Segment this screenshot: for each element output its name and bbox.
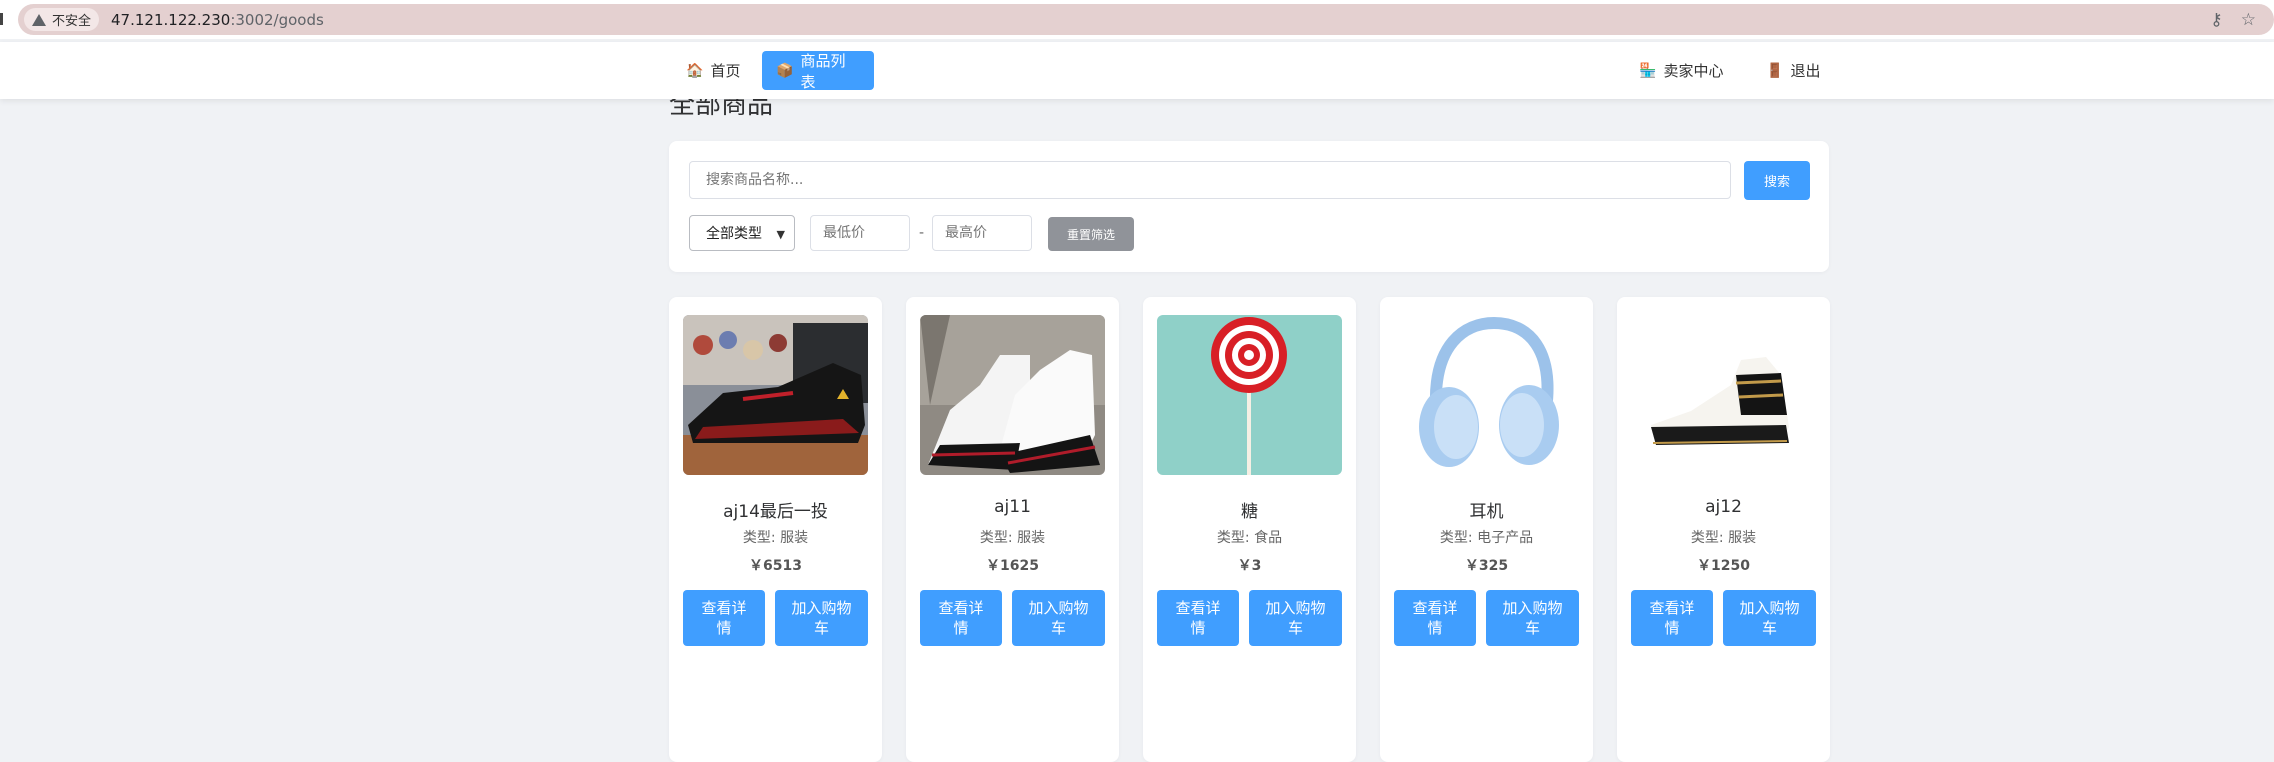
product-price: ￥6513 (749, 558, 802, 574)
nav-seller-label: 卖家中心 (1663, 62, 1724, 80)
reset-filter-button[interactable]: 重置筛选 (1048, 217, 1134, 251)
goods-card: aj14最后一投 类型: 服装 ￥6513 查看详情 加入购物车 (669, 297, 882, 762)
type-select-value: 全部类型 (706, 226, 762, 242)
product-type: 类型: 食品 (1216, 530, 1283, 546)
product-type: 类型: 服装 (979, 530, 1046, 546)
nav-logout[interactable]: 🚪 退出 (1752, 51, 1834, 90)
top-navigation: 🏠 首页 📦 商品列表 🏪 卖家中心 🚪 退出 (0, 42, 2274, 99)
nav-seller-center[interactable]: 🏪 卖家中心 (1625, 51, 1737, 90)
nav-logout-label: 退出 (1790, 62, 1821, 80)
key-icon[interactable]: ⚷ (2210, 10, 2222, 30)
search-button[interactable]: 搜索 (1744, 161, 1810, 200)
url-text[interactable]: 47.121.122.230:3002/goods (111, 11, 324, 29)
bookmark-star-icon[interactable]: ☆ (2241, 10, 2256, 30)
product-name[interactable]: 耳机 (1380, 497, 1593, 522)
goods-card: aj11 类型: 服装 ￥1625 查看详情 加入购物车 (906, 297, 1119, 762)
chevron-down-icon: ▼ (776, 228, 785, 241)
warning-icon (32, 13, 46, 26)
add-to-cart-button[interactable]: 加入购物车 (775, 590, 868, 646)
goods-card: 糖 类型: 食品 ￥3 查看详情 加入购物车 (1143, 297, 1356, 762)
address-bar[interactable]: 不安全 47.121.122.230:3002/goods ⚷ ☆ (18, 4, 2274, 35)
search-input[interactable] (689, 161, 1731, 199)
door-icon: 🚪 (1766, 62, 1784, 79)
nav-home-label: 首页 (710, 62, 741, 80)
view-detail-button[interactable]: 查看详情 (683, 590, 765, 646)
product-image-headphones[interactable] (1394, 315, 1579, 475)
product-price: ￥1625 (986, 558, 1039, 574)
view-detail-button[interactable]: 查看详情 (1631, 590, 1713, 646)
view-detail-button[interactable]: 查看详情 (1157, 590, 1239, 646)
goods-card: aj12 类型: 服装 ￥1250 查看详情 加入购物车 (1617, 297, 1830, 762)
nav-goods-label: 商品列表 (800, 51, 846, 91)
browser-toolbar: 不安全 47.121.122.230:3002/goods ⚷ ☆ (0, 0, 2274, 39)
nav-goods-list[interactable]: 📦 商品列表 (762, 51, 874, 91)
add-to-cart-button[interactable]: 加入购物车 (1486, 590, 1579, 646)
max-price-input[interactable] (932, 215, 1032, 251)
type-select[interactable]: 全部类型 ▼ (689, 215, 795, 251)
product-price: ￥1250 (1697, 558, 1750, 574)
security-indicator[interactable]: 不安全 (24, 8, 100, 31)
add-to-cart-button[interactable]: 加入购物车 (1249, 590, 1342, 646)
product-image-lollipop[interactable] (1157, 315, 1342, 475)
tab-edge (0, 13, 3, 25)
nav-home[interactable]: 🏠 首页 (672, 51, 754, 90)
product-image-sneaker[interactable] (683, 315, 868, 475)
filter-panel: 搜索 全部类型 ▼ - 重置筛选 (669, 141, 1829, 272)
product-image-sneaker[interactable] (1631, 315, 1816, 475)
view-detail-button[interactable]: 查看详情 (920, 590, 1002, 646)
add-to-cart-button[interactable]: 加入购物车 (1723, 590, 1816, 646)
price-separator: - (919, 225, 925, 241)
add-to-cart-button[interactable]: 加入购物车 (1012, 590, 1105, 646)
goods-card: 耳机 类型: 电子产品 ￥325 查看详情 加入购物车 (1380, 297, 1593, 762)
security-label: 不安全 (52, 14, 92, 29)
product-name[interactable]: aj11 (906, 497, 1119, 517)
product-price: ￥325 (1464, 558, 1509, 574)
product-name[interactable]: aj14最后一投 (669, 497, 882, 522)
product-name[interactable]: aj12 (1617, 497, 1830, 517)
product-image-sneaker[interactable] (920, 315, 1105, 475)
view-detail-button[interactable]: 查看详情 (1394, 590, 1476, 646)
house-icon: 🏠 (686, 62, 704, 79)
product-name[interactable]: 糖 (1143, 497, 1356, 522)
package-icon: 📦 (776, 62, 794, 79)
product-price: ￥3 (1237, 558, 1262, 574)
product-type: 类型: 服装 (742, 530, 809, 546)
store-icon: 🏪 (1639, 62, 1657, 79)
product-type: 类型: 服装 (1690, 530, 1757, 546)
product-type: 类型: 电子产品 (1439, 530, 1534, 546)
min-price-input[interactable] (810, 215, 910, 251)
